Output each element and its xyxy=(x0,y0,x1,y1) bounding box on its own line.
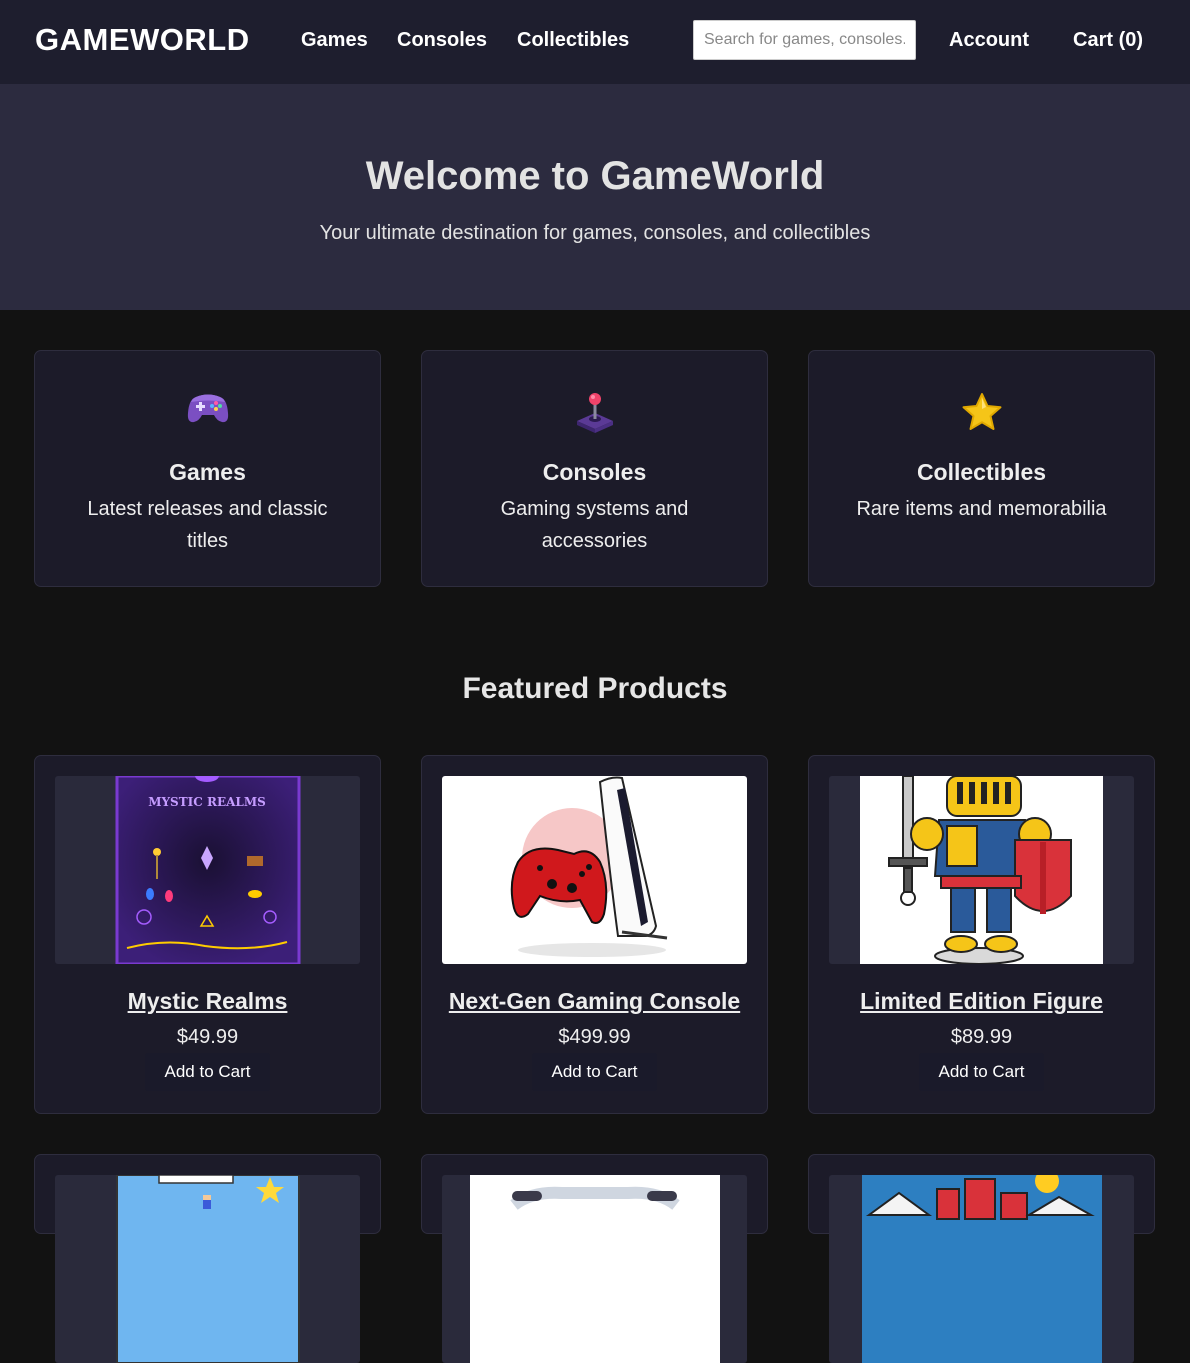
category-title: Consoles xyxy=(542,459,647,485)
product-card: Next-Gen Gaming Console $499.99 Add to C… xyxy=(421,755,768,1114)
category-title: Collectibles xyxy=(916,459,1047,485)
product-image[interactable] xyxy=(442,1175,747,1363)
product-card xyxy=(808,1154,1155,1363)
star-icon xyxy=(809,391,1154,439)
category-description: Gaming systems and accessories xyxy=(500,498,689,552)
category-card-consoles[interactable]: Consoles Gaming systems and accessories xyxy=(421,350,768,587)
product-card: Limited Edition Figure $89.99 Add to Car… xyxy=(808,755,1155,1114)
account-link[interactable]: Account xyxy=(949,29,1029,52)
category-title: Games xyxy=(169,459,246,485)
product-image[interactable] xyxy=(829,1175,1134,1363)
product-image-console[interactable] xyxy=(442,776,747,964)
product-card: MYSTIC REALMS Mystic Realms $49.99 Add t… xyxy=(34,755,381,1114)
add-to-cart-button[interactable]: Add to Cart xyxy=(145,1053,270,1091)
product-card xyxy=(421,1154,768,1363)
product-card xyxy=(34,1154,381,1363)
category-description: Latest releases and classic titles xyxy=(87,498,328,552)
nav-link-collectibles[interactable]: Collectibles xyxy=(517,29,629,52)
hero-title: Welcome to GameWorld xyxy=(365,154,825,198)
cart-link[interactable]: Cart (0) xyxy=(1073,29,1143,52)
site-logo[interactable]: GAMEWORLD xyxy=(35,22,250,58)
joystick-icon xyxy=(422,391,767,439)
category-card-games[interactable]: Games Latest releases and classic titles xyxy=(34,350,381,587)
cover-title: MYSTIC REALMS xyxy=(148,795,266,809)
nav-link-consoles[interactable]: Consoles xyxy=(397,29,487,52)
game-controller-icon xyxy=(35,391,380,439)
category-card-collectibles[interactable]: Collectibles Rare items and memorabilia xyxy=(808,350,1155,587)
category-description: Rare items and memorabilia xyxy=(856,498,1107,520)
product-price: $49.99 xyxy=(176,1026,239,1048)
featured-products-heading: Featured Products xyxy=(462,672,728,705)
product-name[interactable]: Limited Edition Figure xyxy=(809,988,1154,1015)
product-image-figure[interactable] xyxy=(829,776,1134,964)
product-price: $89.99 xyxy=(950,1026,1013,1048)
hero-subtitle: Your ultimate destination for games, con… xyxy=(319,222,871,244)
add-to-cart-button[interactable]: Add to Cart xyxy=(532,1053,657,1091)
product-price: $499.99 xyxy=(558,1026,631,1048)
product-image[interactable] xyxy=(55,1175,360,1363)
hero-banner: Welcome to GameWorld Your ultimate desti… xyxy=(0,84,1190,310)
product-name[interactable]: Next-Gen Gaming Console xyxy=(422,988,767,1015)
top-navigation-bar: GAMEWORLD Games Consoles Collectibles Ac… xyxy=(0,0,1190,84)
add-to-cart-button[interactable]: Add to Cart xyxy=(919,1053,1044,1091)
search-input[interactable] xyxy=(693,20,916,60)
product-image-mystic-realms[interactable]: MYSTIC REALMS xyxy=(55,776,360,964)
nav-link-games[interactable]: Games xyxy=(301,29,368,52)
product-name[interactable]: Mystic Realms xyxy=(35,988,380,1015)
